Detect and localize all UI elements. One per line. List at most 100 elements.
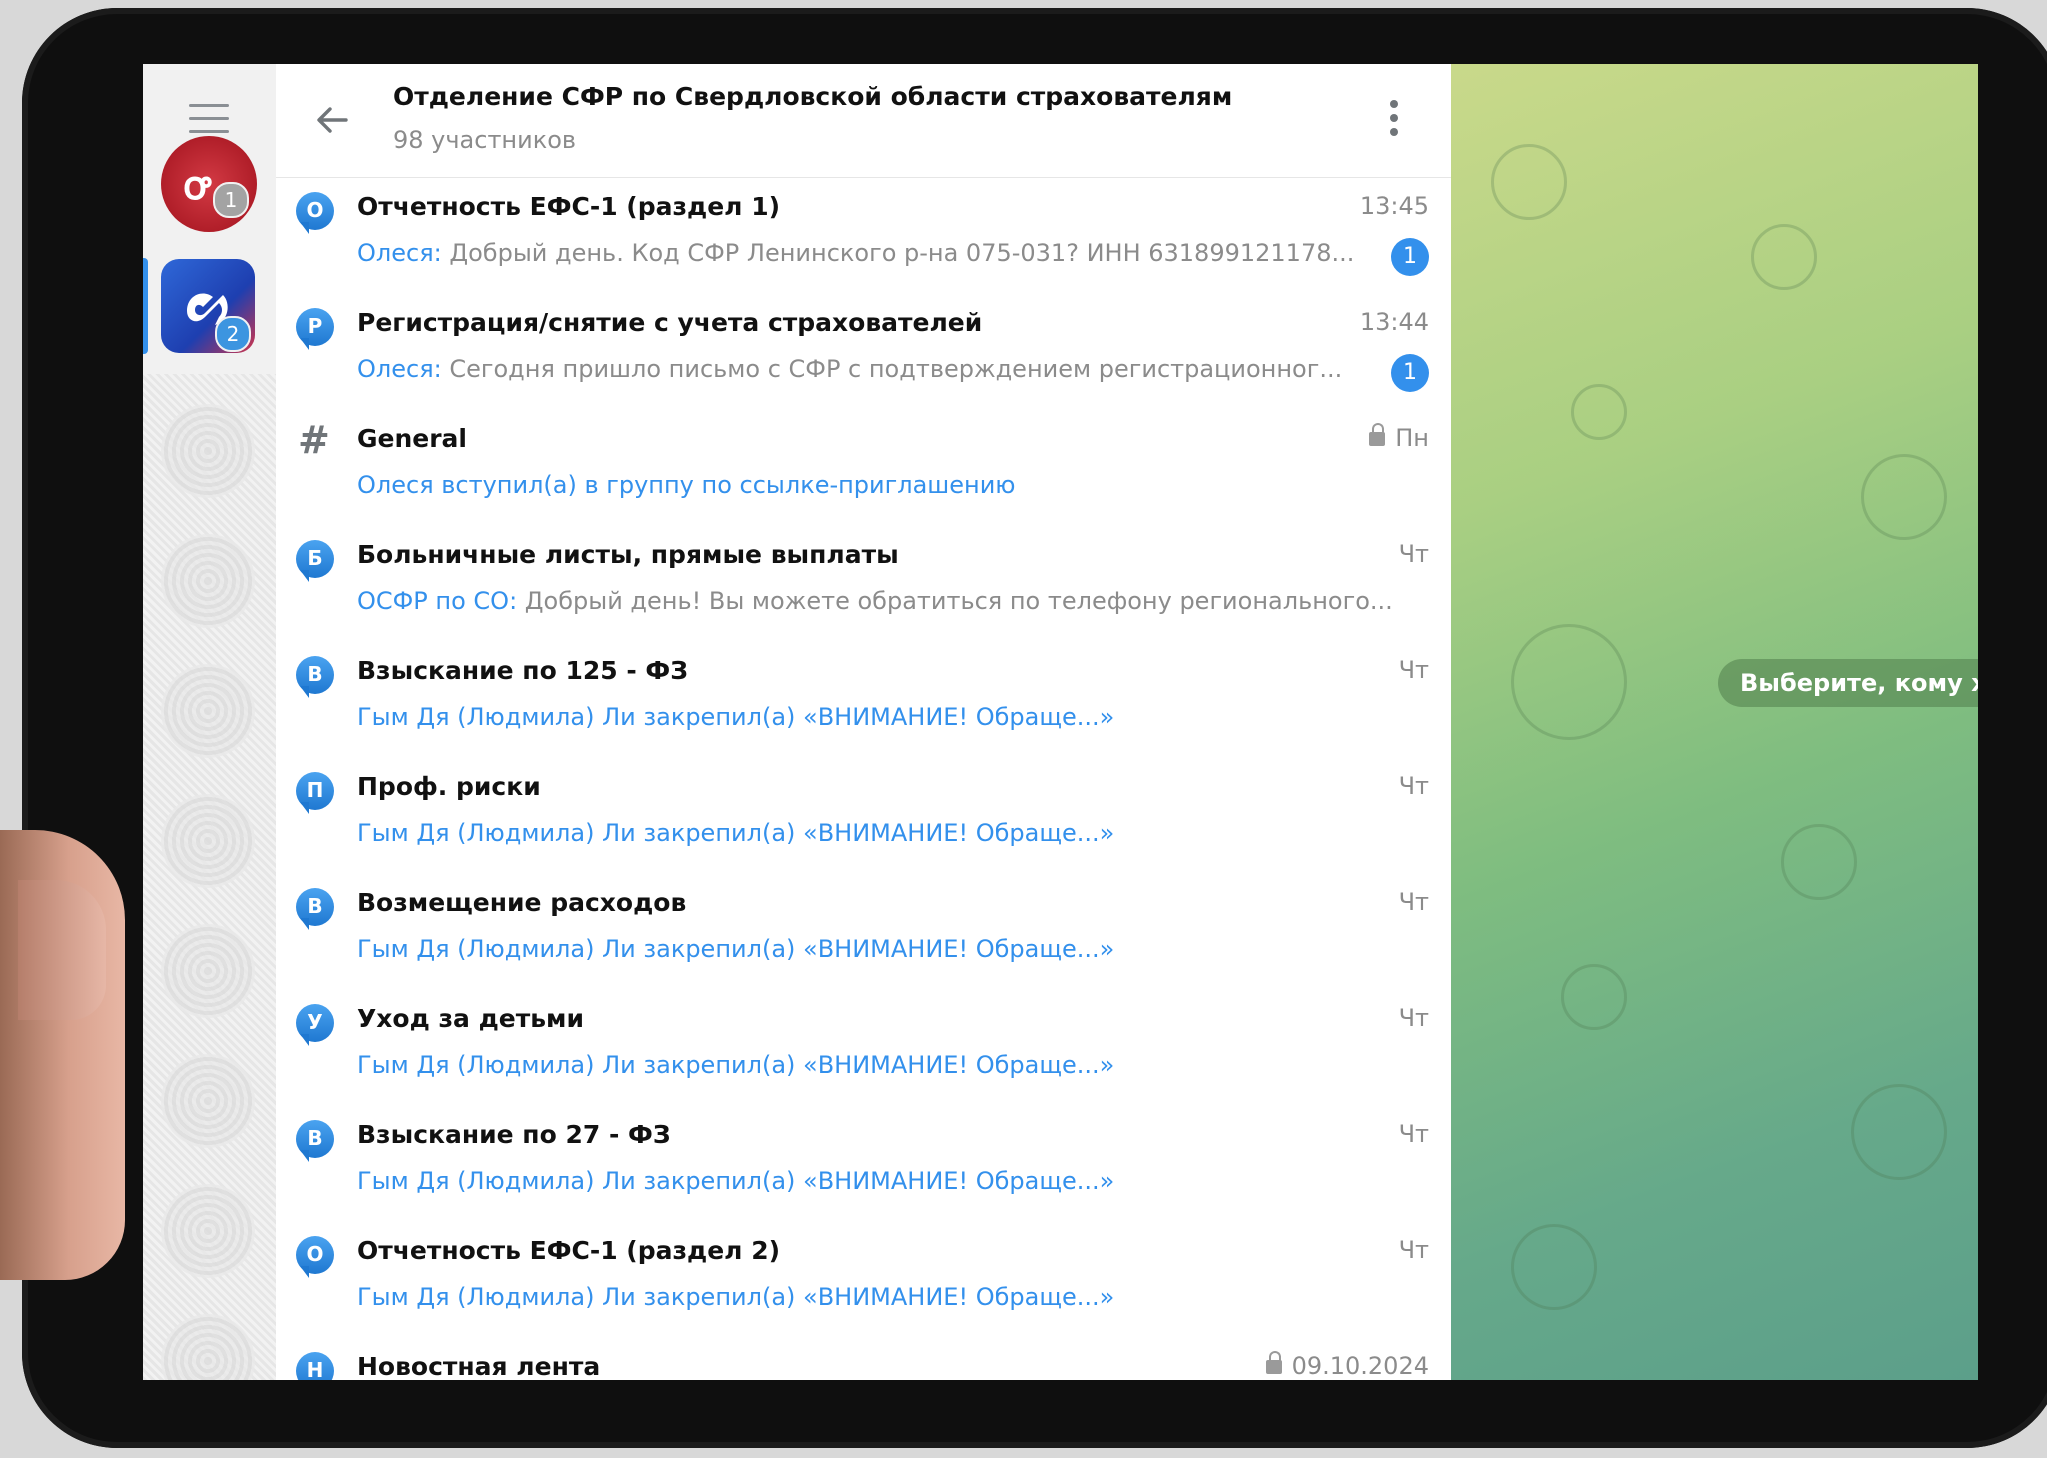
group-title[interactable]: Отделение СФР по Свердловской области ст… [393, 82, 1232, 111]
wallpaper-doodle [1491, 144, 1567, 220]
preview-sender: Олеся: [357, 239, 442, 267]
topic-preview: Гым Дя (Людмила) Ли закрепил(а) «ВНИМАНИ… [357, 1167, 1367, 1195]
chat-avatar[interactable] [161, 924, 255, 1018]
topic-preview: Гым Дя (Людмила) Ли закрепил(а) «ВНИМАНИ… [357, 935, 1367, 963]
topic-item[interactable]: П Проф. риски Чт Гым Дя (Людмила) Ли зак… [276, 758, 1451, 874]
topic-title: Новостная лента [357, 1352, 601, 1380]
topic-title: Проф. риски [357, 772, 541, 801]
hashtag-icon: # [298, 418, 330, 462]
topic-preview: ОСФР по СО: Добрый день! Вы можете обрат… [357, 587, 1432, 615]
topic-time: Чт [1398, 888, 1429, 916]
wallpaper-doodle [1571, 384, 1627, 440]
topic-bubble-icon: П [296, 772, 336, 814]
member-count: 98 участников [393, 126, 577, 154]
topic-item[interactable]: В Взыскание по 27 - ФЗ Чт Гым Дя (Людмил… [276, 1106, 1451, 1222]
topic-time: Чт [1398, 1236, 1429, 1264]
topic-bubble-icon: У [296, 1004, 336, 1046]
topic-item[interactable]: О Отчетность ЕФС-1 (раздел 1) 13:45 Олес… [276, 178, 1451, 294]
topic-item[interactable]: Б Больничные листы, прямые выплаты Чт ОС… [276, 526, 1451, 642]
chat-avatar[interactable] [161, 794, 255, 888]
topic-item[interactable]: У Уход за детьми Чт Гым Дя (Людмила) Ли … [276, 990, 1451, 1106]
topic-title: Регистрация/снятие с учета страхователей [357, 308, 983, 337]
topic-bubble-icon: Р [296, 308, 336, 350]
unread-count-badge: 1 [1391, 238, 1429, 276]
chat-avatar[interactable] [161, 1184, 255, 1278]
topic-title: Возмещение расходов [357, 888, 687, 917]
topic-time: 13:44 [1359, 308, 1429, 336]
unread-count-badge: 1 [1391, 354, 1429, 392]
wallpaper-doodle [1511, 624, 1627, 740]
thumb-nail [18, 880, 106, 1020]
topic-time: Чт [1398, 1004, 1429, 1032]
topic-preview: Олеся вступил(а) в группу по ссылке-приг… [357, 471, 1367, 499]
select-chat-hint: Выберите, кому х [1718, 659, 1978, 707]
preview-text: Добрый день. Код СФР Ленинского р-на 075… [441, 239, 1355, 267]
chat-avatar-top[interactable]: ꝍ [161, 136, 257, 232]
topic-time: Чт [1398, 540, 1429, 568]
service-message: Гым Дя (Людмила) Ли закрепил(а) «ВНИМАНИ… [357, 1167, 1115, 1195]
wallpaper-doodle [1861, 454, 1947, 540]
topic-list: О Отчетность ЕФС-1 (раздел 1) 13:45 Олес… [276, 178, 1451, 1380]
service-message: Олеся вступил(а) в группу по ссылке-приг… [357, 471, 1016, 499]
topic-time: Чт [1398, 1120, 1429, 1148]
preview-sender: ОСФР по СО: [357, 587, 518, 615]
chat-avatar[interactable] [161, 664, 255, 758]
hamburger-menu-icon[interactable] [189, 104, 229, 134]
chat-avatar[interactable] [161, 534, 255, 628]
service-message: Гым Дя (Людмила) Ли закрепил(а) «ВНИМАНИ… [357, 819, 1115, 847]
wallpaper-doodle [1511, 1224, 1597, 1310]
topic-item[interactable]: О Отчетность ЕФС-1 (раздел 2) Чт Гым Дя … [276, 1222, 1451, 1338]
wallpaper-doodle [1781, 824, 1857, 900]
topic-preview: Гым Дя (Людмила) Ли закрепил(а) «ВНИМАНИ… [357, 1051, 1367, 1079]
topic-item[interactable]: Р Регистрация/снятие с учета страховател… [276, 294, 1451, 410]
telegram-screen: ꝍ 1 2 Отделение СФР по Свердловской обла… [143, 64, 1978, 1380]
wallpaper-doodle [1751, 224, 1817, 290]
chat-avatar[interactable] [161, 404, 255, 498]
topic-title: Уход за детьми [357, 1004, 584, 1033]
wallpaper-doodle [1851, 1084, 1947, 1180]
back-arrow-icon[interactable] [312, 100, 352, 140]
wallpaper-doodle [1561, 964, 1627, 1030]
topic-preview: Гым Дя (Людмила) Ли закрепил(а) «ВНИМАНИ… [357, 1283, 1367, 1311]
service-message: Гым Дя (Людмила) Ли закрепил(а) «ВНИМАНИ… [357, 703, 1115, 731]
topics-panel: Отделение СФР по Свердловской области ст… [276, 64, 1451, 1380]
topic-preview: Олеся: Добрый день. Код СФР Ленинского р… [357, 239, 1367, 267]
chat-avatar[interactable] [161, 1054, 255, 1148]
topic-time: Чт [1398, 656, 1429, 684]
topic-title: Отчетность ЕФС-1 (раздел 1) [357, 192, 781, 221]
topic-title: General [357, 424, 467, 453]
preview-text: Сегодня пришло письмо с СФР с подтвержде… [441, 355, 1343, 383]
topic-time: 13:45 [1359, 192, 1429, 220]
topic-preview: Гым Дя (Людмила) Ли закрепил(а) «ВНИМАНИ… [357, 819, 1367, 847]
topic-item[interactable]: Н Новостная лента 09.10.2024 [276, 1338, 1451, 1380]
topic-time: Пн [1369, 423, 1429, 452]
topic-item[interactable]: В Возмещение расходов Чт Гым Дя (Людмила… [276, 874, 1451, 990]
topics-header: Отделение СФР по Свердловской области ст… [276, 64, 1451, 178]
topic-bubble-icon: В [296, 656, 336, 698]
topic-title: Отчетность ЕФС-1 (раздел 2) [357, 1236, 781, 1265]
unread-badge: 2 [215, 316, 251, 352]
lock-icon [1265, 1351, 1282, 1374]
lock-icon [1369, 423, 1386, 446]
more-options-icon[interactable] [1388, 100, 1400, 140]
preview-text: Добрый день! Вы можете обратиться по тел… [517, 587, 1393, 615]
topic-bubble-icon: О [296, 1236, 336, 1278]
topic-title: Взыскание по 125 - ФЗ [357, 656, 688, 685]
topic-time: Чт [1398, 772, 1429, 800]
topic-title: Взыскание по 27 - ФЗ [357, 1120, 671, 1149]
avatar-logo-icon: ꝍ [183, 163, 210, 209]
topic-bubble-icon: В [296, 1120, 336, 1162]
folder-rail: ꝍ 1 2 [143, 64, 291, 1380]
topic-item[interactable]: # General Пн Олеся вступил(а) в группу п… [276, 410, 1451, 526]
topic-preview: Олеся: Сегодня пришло письмо с СФР с под… [357, 355, 1367, 383]
topic-bubble-icon: Н [296, 1352, 336, 1380]
service-message: Гым Дя (Людмила) Ли закрепил(а) «ВНИМАНИ… [357, 1051, 1115, 1079]
topic-item[interactable]: В Взыскание по 125 - ФЗ Чт Гым Дя (Людми… [276, 642, 1451, 758]
chat-wallpaper: Выберите, кому х [1451, 64, 1978, 1380]
active-chat-marker [143, 258, 148, 354]
topic-preview: Гым Дя (Людмила) Ли закрепил(а) «ВНИМАНИ… [357, 703, 1367, 731]
unread-badge: 1 [213, 182, 249, 218]
topic-bubble-icon: В [296, 888, 336, 930]
service-message: Гым Дя (Людмила) Ли закрепил(а) «ВНИМАНИ… [357, 935, 1115, 963]
topic-bubble-icon: О [296, 192, 336, 234]
